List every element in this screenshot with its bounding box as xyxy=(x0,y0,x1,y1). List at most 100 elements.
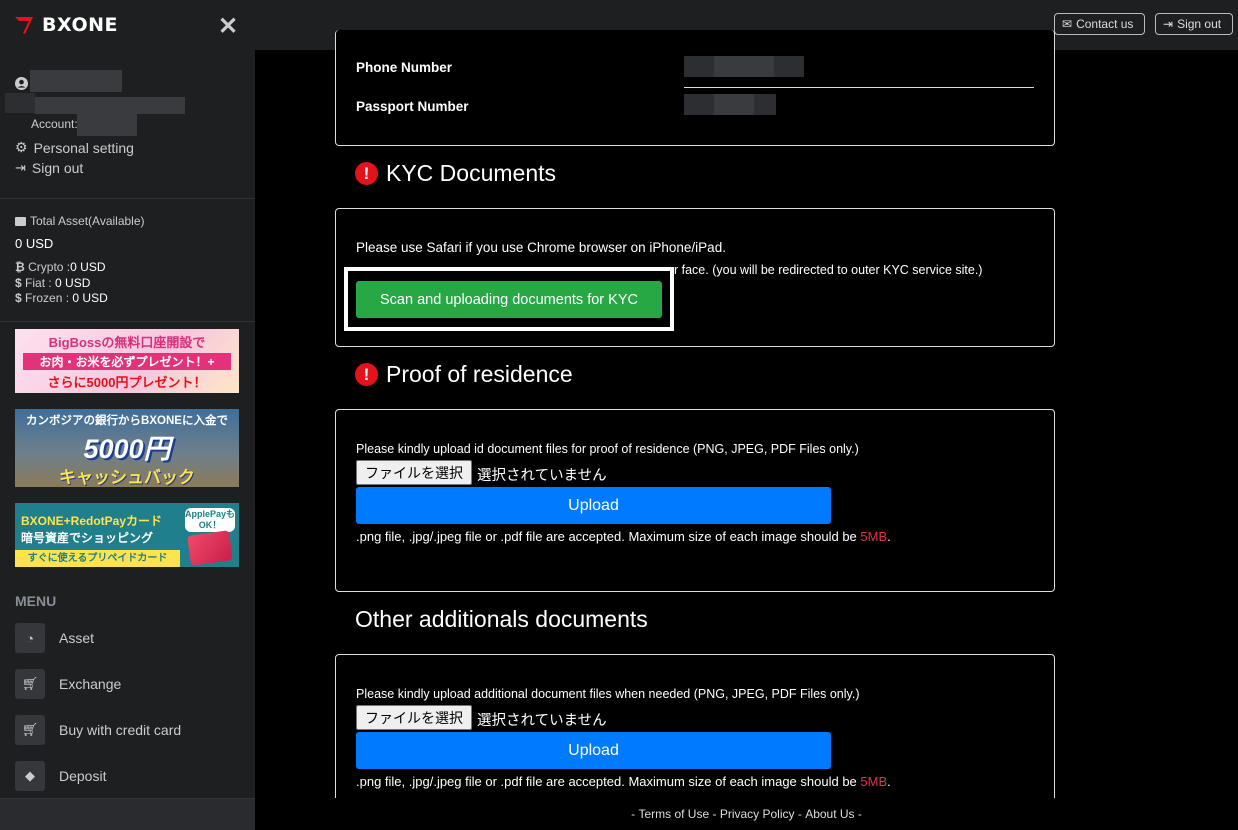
total-asset-label: Total Asset(Available) xyxy=(30,214,145,228)
cart-icon: 🛒︎ xyxy=(15,715,45,745)
sign-out-icon: ⇥ xyxy=(15,160,26,175)
banner-line2: 暗号資産でショッピング xyxy=(21,531,154,545)
banner-line3: キャッシュバック xyxy=(59,468,195,487)
passport-value-redacted xyxy=(714,94,754,115)
residence-upload-button[interactable]: Upload xyxy=(356,487,831,524)
contact-us-label: Contact us xyxy=(1076,17,1134,31)
footer-sep: - xyxy=(857,807,862,821)
total-asset-value: 0 USD xyxy=(15,236,54,251)
sign-out-label: Sign out xyxy=(31,160,84,176)
banner-line3: さらに5000円プレゼント！ xyxy=(47,375,207,390)
account-id-redacted xyxy=(77,110,137,136)
top-signout-button[interactable]: ⇥ Sign out xyxy=(1155,13,1233,35)
residence-file-button[interactable]: ファイルを選択 xyxy=(356,460,472,485)
sidebar: BXONE ✕ Account: ⚙ Personal setting ⇥ Si… xyxy=(0,0,255,830)
banner-line1: BigBossの無料口座開設で xyxy=(48,335,206,350)
envelope-icon: ✉ xyxy=(1062,17,1073,31)
passport-label: Passport Number xyxy=(356,99,469,114)
kyc-scan-button[interactable]: Scan and uploading documents for KYC xyxy=(356,281,662,318)
menu-item-buy-credit-card[interactable]: 🛒︎ Buy with credit card xyxy=(15,715,181,745)
additional-title: Other additionals documents xyxy=(355,606,648,632)
frozen-label: Frozen : xyxy=(25,291,73,305)
menu-item-label: Asset xyxy=(59,630,95,646)
privacy-link[interactable]: Privacy Policy xyxy=(720,807,795,821)
personal-setting-label: Personal setting xyxy=(33,139,134,156)
crypto-value: 0 USD xyxy=(70,260,106,274)
menu-item-asset[interactable]: ◔ Asset xyxy=(15,623,94,653)
footer-sep: - xyxy=(631,807,636,821)
fiat-value: 0 USD xyxy=(55,276,91,290)
menu-item-exchange[interactable]: 🛒︎ Exchange xyxy=(15,669,121,699)
email-redacted xyxy=(5,93,35,113)
banner-line3: すぐに使えるプリペイドカード xyxy=(15,550,180,567)
note-text: .png file, .jpg/.jpeg file or .pdf file … xyxy=(356,774,861,789)
card-image xyxy=(187,530,233,566)
additional-no-file: 選択されていません xyxy=(477,713,607,729)
close-sidebar-icon[interactable]: ✕ xyxy=(218,12,238,41)
note-suffix: . xyxy=(887,529,891,544)
about-link[interactable]: About Us xyxy=(805,807,854,821)
face-note: r face. (you will be redirected to outer… xyxy=(674,263,983,277)
banner-badge: ApplePayも OK！ xyxy=(185,508,236,532)
dollar-icon: $ xyxy=(15,291,22,305)
contact-us-button[interactable]: ✉ Contact us xyxy=(1054,13,1145,35)
banner-redotpay[interactable]: BXONE+RedotPayカード 暗号資産でショッピング すぐに使えるプリペイ… xyxy=(15,503,239,567)
divider xyxy=(0,321,255,322)
account-label: Account: xyxy=(31,117,78,131)
note-suffix: . xyxy=(887,774,891,789)
exclamation-icon: ! xyxy=(355,363,378,386)
kyc-heading: ! KYC Documents xyxy=(355,160,556,187)
cart-icon: 🛒︎ xyxy=(15,669,45,699)
username-redacted xyxy=(30,70,122,92)
banner-line1: カンボジアの銀行からBXONEに入金で xyxy=(26,415,228,427)
sign-out-label: Sign out xyxy=(1177,17,1222,31)
fiat-label: Fiat : xyxy=(25,276,56,290)
banner-line2: 5000円 xyxy=(83,434,171,464)
terms-link[interactable]: Terms of Use xyxy=(638,807,709,821)
residence-title: Proof of residence xyxy=(386,361,573,387)
banner-bigboss[interactable]: BigBossの無料口座開設で お肉・お米を必ずプレゼント！+ さらに5000円… xyxy=(15,329,239,393)
brand-logo[interactable]: BXONE xyxy=(14,12,118,38)
additional-file-button[interactable]: ファイルを選択 xyxy=(356,705,472,730)
banner-line1: BXONE+RedotPayカード xyxy=(21,514,163,528)
size-limit: 5MB xyxy=(860,529,888,544)
menu-item-label: Buy with credit card xyxy=(59,722,182,738)
gauge-icon: ◔ xyxy=(15,623,45,653)
menu-title: MENU xyxy=(15,593,57,609)
banner-cambodia[interactable]: カンボジアの銀行からBXONEに入金で 5000円 キャッシュバック xyxy=(15,409,239,487)
sign-out-icon: ⇥ xyxy=(1163,17,1174,31)
frozen-value: 0 USD xyxy=(72,291,108,305)
gear-icon: ⚙ xyxy=(15,139,28,155)
residence-heading: ! Proof of residence xyxy=(355,361,573,388)
personal-setting-link[interactable]: ⚙ Personal setting xyxy=(15,139,134,156)
phone-value-redacted xyxy=(714,56,774,77)
footer: - Terms of Use - Privacy Policy - About … xyxy=(255,798,1238,830)
sidebar-bottom xyxy=(0,798,255,830)
size-limit: 5MB xyxy=(860,774,888,789)
menu-item-label: Exchange xyxy=(59,676,122,692)
sidebar-signout-link[interactable]: ⇥ Sign out xyxy=(15,160,83,176)
additional-file-note: .png file, .jpg/.jpeg file or .pdf file … xyxy=(356,774,891,789)
menu-item-deposit[interactable]: ◆ Deposit xyxy=(15,761,106,791)
additional-upload-button[interactable]: Upload xyxy=(356,732,831,769)
wallet-icon xyxy=(15,216,26,226)
footer-sep: - xyxy=(797,807,802,821)
footer-sep: - xyxy=(712,807,717,821)
safari-note: Please use Safari if you use Chrome brow… xyxy=(356,240,726,255)
kyc-title: KYC Documents xyxy=(386,160,557,186)
profile-card: Phone Number Passport Number xyxy=(335,30,1055,146)
note-text: .png file, .jpg/.jpeg file or .pdf file … xyxy=(356,529,861,544)
dollar-icon: $ xyxy=(15,276,22,290)
residence-instruction: Please kindly upload id document files f… xyxy=(356,442,859,456)
divider xyxy=(684,87,1034,88)
brand-name: BXONE xyxy=(42,14,118,36)
additional-heading: Other additionals documents xyxy=(355,606,648,633)
bitcoin-icon: ₿ xyxy=(15,260,25,274)
user-icon xyxy=(15,77,28,90)
banner-line2: お肉・お米を必ずプレゼント！+ xyxy=(23,353,231,370)
logo-mark-icon xyxy=(15,17,33,34)
exclamation-icon: ! xyxy=(355,162,378,185)
total-asset: Total Asset(Available) xyxy=(15,214,145,228)
menu-item-label: Deposit xyxy=(59,768,107,784)
residence-file-note: .png file, .jpg/.jpeg file or .pdf file … xyxy=(356,529,891,544)
